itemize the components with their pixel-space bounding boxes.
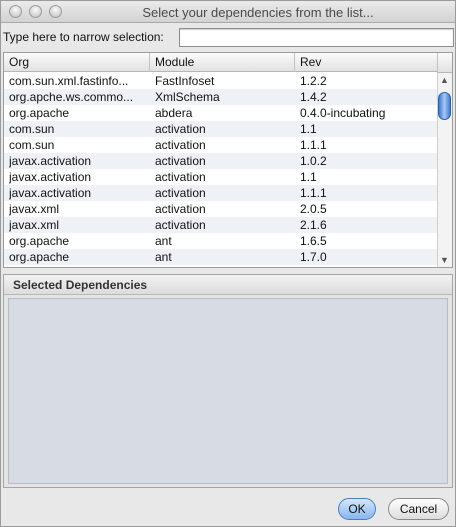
cell-org: org.apache xyxy=(9,250,70,264)
cell-org: org.apache xyxy=(9,106,70,120)
zoom-window-button[interactable] xyxy=(49,5,62,18)
cell-module: FastInfoset xyxy=(155,74,215,88)
selected-dependencies-list[interactable] xyxy=(8,298,448,484)
table-row[interactable]: com.sun activation 1.1.1 xyxy=(4,137,439,153)
cell-rev: 1.1.1 xyxy=(300,186,327,200)
filter-input[interactable] xyxy=(179,28,454,47)
cell-module: activation xyxy=(155,138,206,152)
table-row[interactable]: org.apache ant 1.6.5 xyxy=(4,233,439,249)
cell-rev: 2.1.6 xyxy=(300,218,327,232)
dependency-dialog: Select your dependencies from the list..… xyxy=(0,0,456,527)
dependency-table: Org Module Rev com.sun.xml.fastinfo... F… xyxy=(3,52,453,268)
cell-rev: 1.6.5 xyxy=(300,234,327,248)
filter-row: Type here to narrow selection: xyxy=(1,28,455,48)
cell-rev: 1.1.1 xyxy=(300,138,327,152)
table-row[interactable]: org.apche.ws.commo... XmlSchema 1.4.2 xyxy=(4,89,439,105)
cell-org: com.sun xyxy=(9,122,55,136)
cell-module: activation xyxy=(155,122,206,136)
table-row[interactable]: javax.xml activation 2.0.5 xyxy=(4,201,439,217)
cell-rev: 2.0.5 xyxy=(300,202,327,216)
window-title: Select your dependencies from the list..… xyxy=(142,5,374,20)
table-header: Org Module Rev xyxy=(4,53,439,72)
cell-org: com.sun xyxy=(9,138,55,152)
table-body: com.sun.xml.fastinfo... FastInfoset 1.2.… xyxy=(4,73,439,265)
table-row[interactable]: com.sun.xml.fastinfo... FastInfoset 1.2.… xyxy=(4,73,439,89)
table-row[interactable]: javax.activation activation 1.1.1 xyxy=(4,185,439,201)
cell-module: XmlSchema xyxy=(155,90,220,104)
ok-button[interactable]: OK xyxy=(338,498,376,520)
cell-org: javax.activation xyxy=(9,170,92,184)
table-row[interactable]: org.apache ant 1.7.0 xyxy=(4,249,439,265)
column-header-rev[interactable]: Rev xyxy=(295,53,439,72)
header-corner xyxy=(437,53,452,73)
vertical-scrollbar[interactable]: ▲ ▼ xyxy=(437,73,452,267)
arrow-down-icon[interactable]: ▼ xyxy=(437,253,452,267)
table-row[interactable]: org.apache abdera 0.4.0-incubating xyxy=(4,105,439,121)
cell-org: org.apche.ws.commo... xyxy=(9,90,134,104)
table-row[interactable]: javax.activation activation 1.1 xyxy=(4,169,439,185)
cell-module: ant xyxy=(155,234,172,248)
cell-module: activation xyxy=(155,154,206,168)
cell-org: javax.xml xyxy=(9,202,60,216)
minimize-window-button[interactable] xyxy=(29,5,42,18)
cell-rev: 1.1 xyxy=(300,122,317,136)
column-header-module[interactable]: Module xyxy=(150,53,295,72)
cell-org: org.apache xyxy=(9,234,70,248)
scrollbar-thumb[interactable] xyxy=(438,92,451,120)
cancel-button[interactable]: Cancel xyxy=(388,498,449,520)
title-bar: Select your dependencies from the list..… xyxy=(1,1,455,23)
arrow-up-icon[interactable]: ▲ xyxy=(437,73,452,88)
cell-rev: 1.0.2 xyxy=(300,154,327,168)
cell-rev: 1.4.2 xyxy=(300,90,327,104)
table-row[interactable]: javax.xml activation 2.1.6 xyxy=(4,217,439,233)
table-row[interactable]: javax.activation activation 1.0.2 xyxy=(4,153,439,169)
selected-dependencies-header: Selected Dependencies xyxy=(4,275,452,295)
cell-org: javax.activation xyxy=(9,154,92,168)
cell-module: ant xyxy=(155,250,172,264)
cell-org: com.sun.xml.fastinfo... xyxy=(9,74,129,88)
cell-module: activation xyxy=(155,170,206,184)
cell-rev: 1.2.2 xyxy=(300,74,327,88)
column-header-org[interactable]: Org xyxy=(4,53,150,72)
cell-module: activation xyxy=(155,202,206,216)
filter-label: Type here to narrow selection: xyxy=(3,30,164,44)
selected-dependencies-panel: Selected Dependencies xyxy=(3,274,453,488)
cell-module: abdera xyxy=(155,106,193,120)
cell-rev: 1.1 xyxy=(300,170,317,184)
cell-org: javax.activation xyxy=(9,186,92,200)
close-window-button[interactable] xyxy=(9,5,22,18)
cell-module: activation xyxy=(155,186,206,200)
cell-rev: 0.4.0-incubating xyxy=(300,106,386,120)
cell-rev: 1.7.0 xyxy=(300,250,327,264)
table-row[interactable]: com.sun activation 1.1 xyxy=(4,121,439,137)
cell-module: activation xyxy=(155,218,206,232)
cell-org: javax.xml xyxy=(9,218,60,232)
